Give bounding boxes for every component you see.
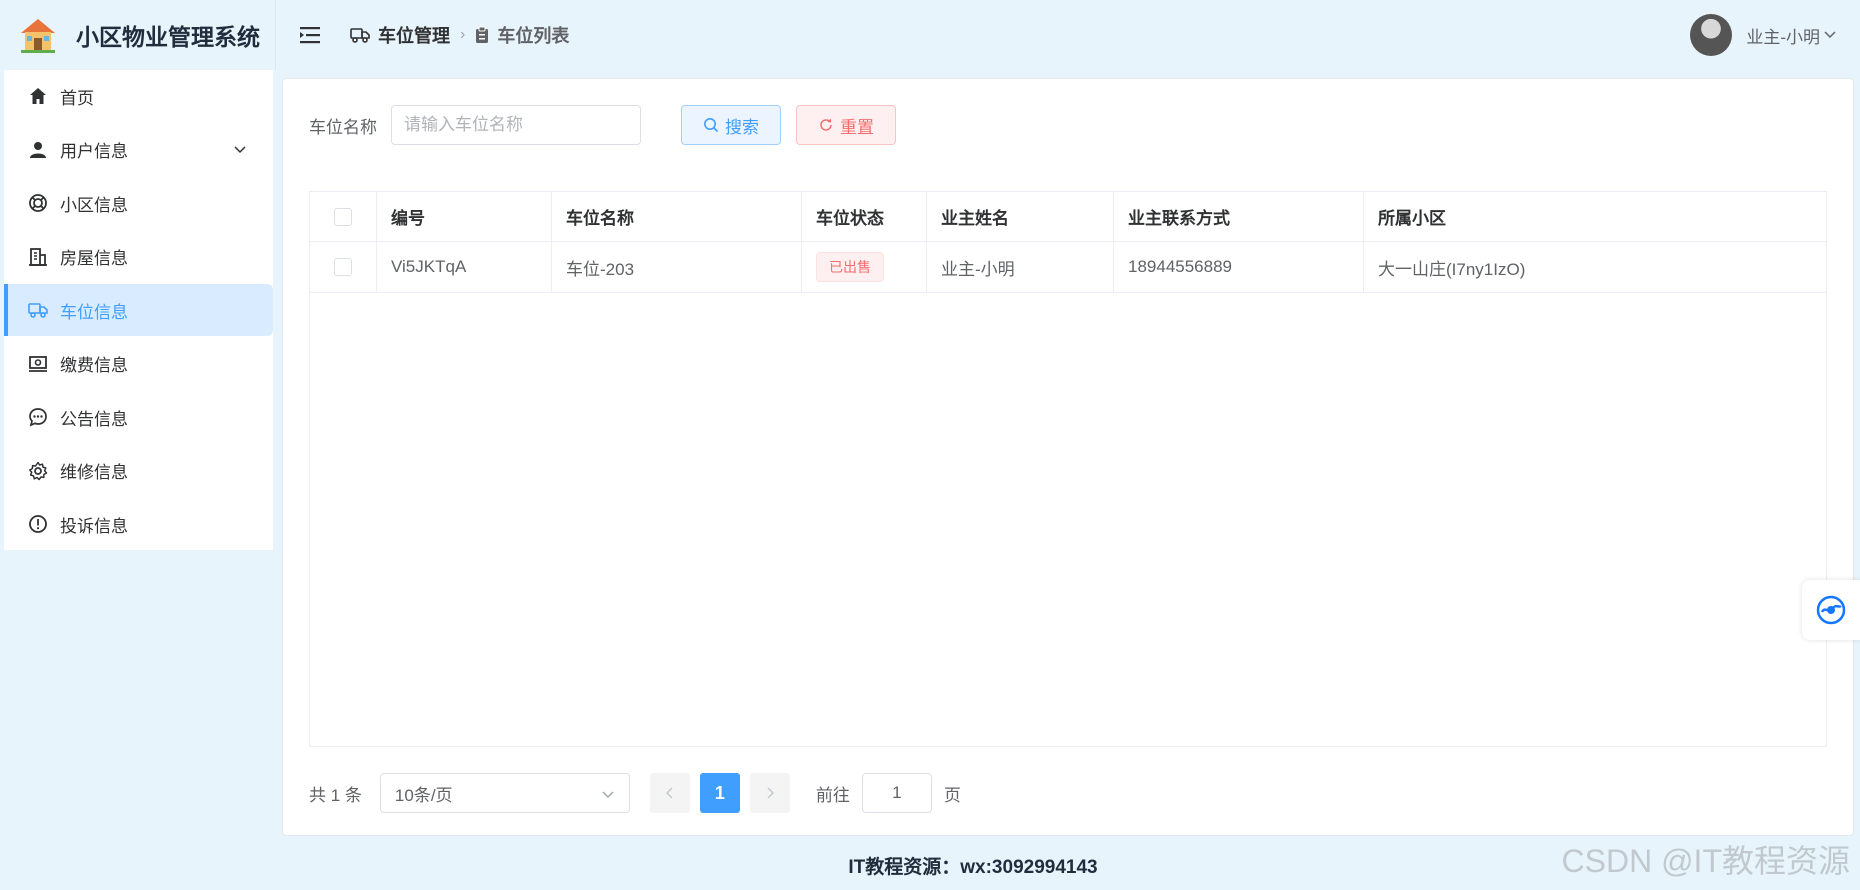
money-icon xyxy=(29,355,47,372)
warning-icon xyxy=(29,515,47,533)
sidebar-item-complaint-info[interactable]: 投诉信息 xyxy=(4,498,273,550)
breadcrumb-label: 车位列表 xyxy=(497,26,570,46)
user-icon xyxy=(30,141,46,158)
user-name[interactable]: 业主-小明 xyxy=(1746,23,1820,48)
column-header: 车位名称 xyxy=(552,192,802,241)
page-number-button[interactable]: 1 xyxy=(699,773,740,813)
breadcrumb: 车位管理 › 车位列表 xyxy=(350,22,569,48)
page-size-value: 10条/页 xyxy=(394,785,453,805)
home-icon xyxy=(30,88,46,104)
gear-icon xyxy=(29,461,48,480)
total-count: 共 1 条 xyxy=(309,785,362,805)
sidebar-item-label: 缴费信息 xyxy=(60,356,128,375)
breadcrumb-label: 车位管理 xyxy=(378,26,450,46)
footer-text: IT教程资源：wx:3092994143 xyxy=(848,856,1098,878)
clipboard-icon xyxy=(476,26,489,43)
assistant-icon xyxy=(1816,595,1846,625)
sidebar-item-label: 车位信息 xyxy=(60,302,128,322)
row-checkbox[interactable] xyxy=(334,258,352,276)
cell-status: 已出售 xyxy=(802,242,927,292)
status-badge: 已出售 xyxy=(816,252,884,282)
chat-icon xyxy=(29,408,47,427)
sidebar-toggle-button[interactable] xyxy=(300,23,324,47)
sidebar-item-label: 维修信息 xyxy=(60,463,128,482)
sidebar-item-community-info[interactable]: 小区信息 xyxy=(4,177,273,229)
search-button-label: 搜索 xyxy=(725,117,759,137)
truck-icon xyxy=(28,303,48,318)
chevron-down-icon xyxy=(602,791,614,798)
lifebuoy-icon xyxy=(29,194,47,212)
breadcrumb-separator: › xyxy=(460,26,466,43)
page-size-select[interactable]: 10条/页 xyxy=(379,773,630,813)
sidebar-item-repair-info[interactable]: 维修信息 xyxy=(4,445,273,497)
watermark: CSDN @IT教程资源 xyxy=(1561,843,1851,879)
refresh-icon xyxy=(820,118,832,131)
cell-community: 大一山庄(I7ny1IzO) xyxy=(1378,259,1526,279)
column-header: 车位状态 xyxy=(802,192,927,241)
sidebar-item-parking-info[interactable]: 车位信息 xyxy=(4,284,273,336)
pagination: 共 1 条 10条/页 1 前往 页 xyxy=(309,773,961,813)
building-icon xyxy=(29,247,47,266)
sidebar-item-label: 用户信息 xyxy=(60,142,128,161)
top-header: 小区物业管理系统 车位管理 › 车位列表 业主-小明 xyxy=(0,0,1860,70)
chevron-down-icon xyxy=(1824,31,1836,39)
floating-assistant-button[interactable] xyxy=(1802,580,1860,640)
sidebar-item-label: 小区信息 xyxy=(60,195,128,215)
sidebar-item-notice-info[interactable]: 公告信息 xyxy=(4,391,273,443)
column-header: 编号 xyxy=(377,192,552,241)
truck-icon xyxy=(350,28,370,43)
goto-page-input[interactable] xyxy=(861,773,932,813)
reset-button[interactable]: 重置 xyxy=(796,105,896,145)
next-page-button[interactable] xyxy=(749,773,790,813)
breadcrumb-item-parking-list: 车位列表 xyxy=(475,22,569,48)
sidebar-item-home[interactable]: 首页 xyxy=(4,70,273,122)
sidebar-item-user-info[interactable]: 用户信息 xyxy=(4,124,273,176)
sidebar: 首页 用户信息 小区信息 房屋信息 车位信息 缴费信息 公告信息 维修信息 投诉… xyxy=(4,70,273,550)
table-header: 编号 车位名称 车位状态 业主姓名 业主联系方式 所属小区 xyxy=(310,192,1826,242)
chevron-down-icon xyxy=(234,145,246,153)
cell-id: Vi5JKTqA xyxy=(377,242,552,292)
sidebar-item-house-info[interactable]: 房屋信息 xyxy=(4,231,273,283)
sidebar-item-label: 公告信息 xyxy=(60,409,128,429)
table-row[interactable]: Vi5JKTqA 车位-203 已出售 业主-小明 18944556889 大一… xyxy=(310,242,1826,293)
cell-phone: 18944556889 xyxy=(1114,242,1364,292)
goto-page: 前往 页 xyxy=(816,773,961,813)
parking-name-input[interactable] xyxy=(391,105,641,145)
sidebar-item-payment-info[interactable]: 缴费信息 xyxy=(4,338,273,390)
main-panel: 车位名称 搜索 重置 编号 车位名称 车位状态 业主姓名 业主联系方 xyxy=(282,78,1854,836)
cell-name: 车位-203 xyxy=(552,242,802,292)
user-menu[interactable]: 业主-小明 xyxy=(1690,14,1836,56)
parking-table: 编号 车位名称 车位状态 业主姓名 业主联系方式 所属小区 Vi5JKTqA 车… xyxy=(309,191,1827,747)
sidebar-item-label: 首页 xyxy=(60,88,94,108)
prev-page-button[interactable] xyxy=(649,773,690,813)
brand: 小区物业管理系统 xyxy=(0,0,276,70)
goto-suffix: 页 xyxy=(943,785,961,805)
reset-button-label: 重置 xyxy=(840,117,874,137)
column-header: 所属小区 xyxy=(1378,209,1446,228)
select-all-checkbox[interactable] xyxy=(334,207,352,226)
chevron-right-icon xyxy=(767,787,774,799)
sidebar-item-label: 房屋信息 xyxy=(60,249,128,268)
menu-fold-icon xyxy=(300,27,320,44)
cell-owner: 业主-小明 xyxy=(927,242,1114,292)
app-title: 小区物业管理系统 xyxy=(76,24,260,50)
sidebar-item-label: 投诉信息 xyxy=(60,516,128,536)
search-form: 车位名称 搜索 重置 xyxy=(309,105,896,145)
row-select-cell xyxy=(310,242,377,292)
column-header: 业主姓名 xyxy=(927,192,1114,241)
search-label: 车位名称 xyxy=(309,117,377,137)
chevron-left-icon xyxy=(665,787,673,799)
select-all-cell xyxy=(310,192,377,241)
house-logo-icon xyxy=(21,19,55,53)
goto-prefix: 前往 xyxy=(815,785,850,805)
breadcrumb-item-parking-mgmt[interactable]: 车位管理 xyxy=(350,22,450,48)
column-header: 业主联系方式 xyxy=(1114,192,1364,241)
search-button[interactable]: 搜索 xyxy=(681,105,781,145)
avatar[interactable] xyxy=(1690,14,1733,56)
search-icon xyxy=(704,118,719,133)
